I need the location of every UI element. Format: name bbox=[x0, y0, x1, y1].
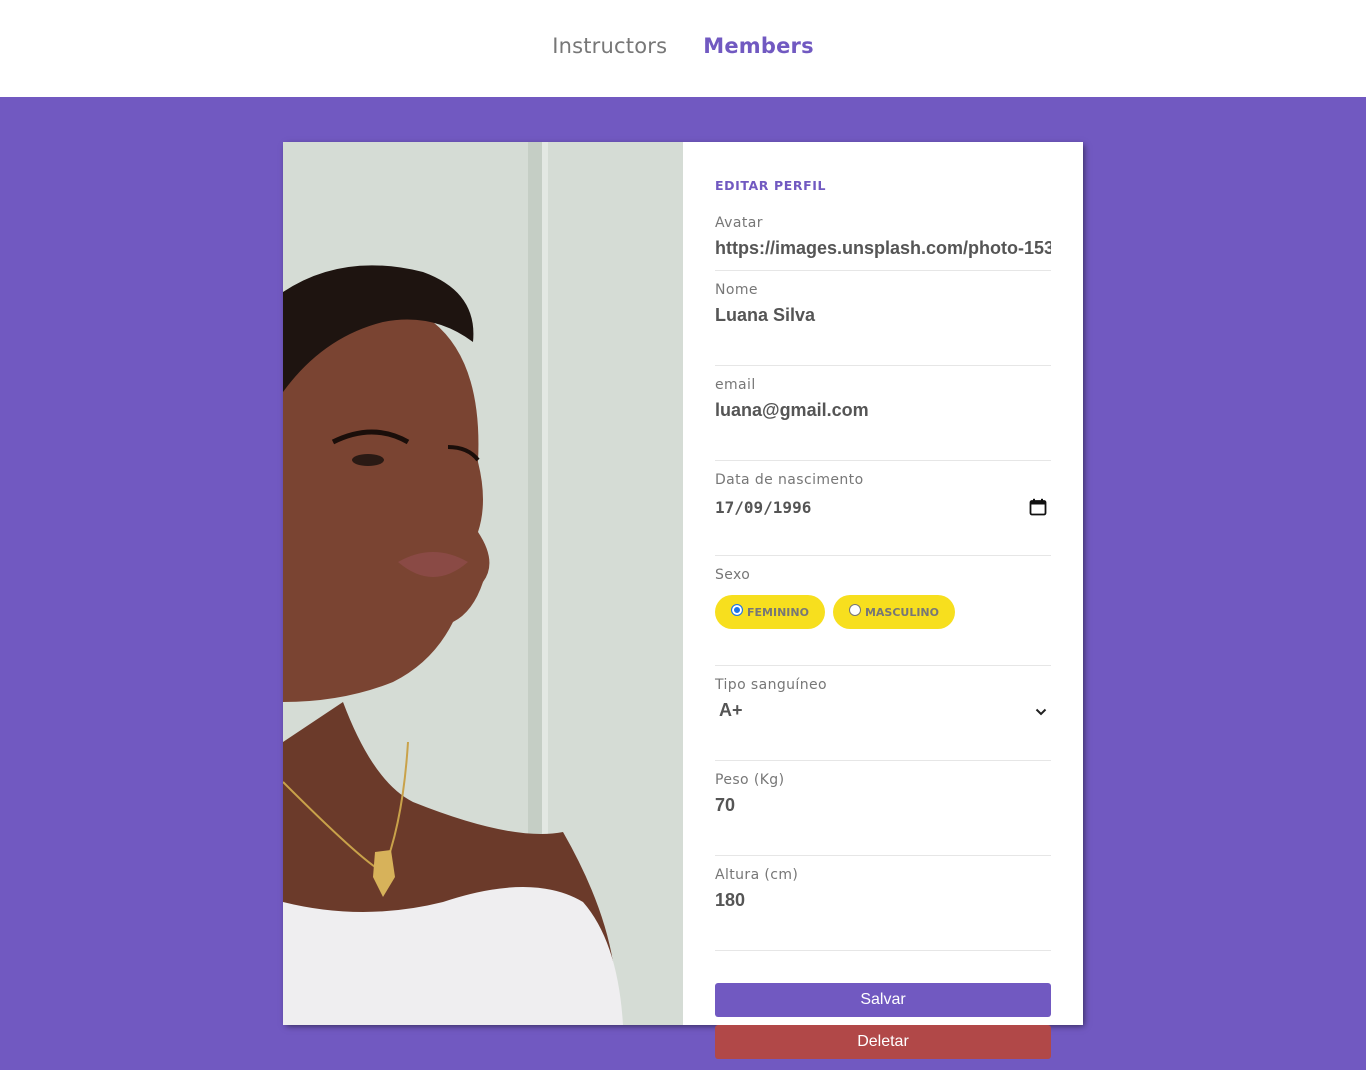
nav-instructors-link[interactable]: Instructors bbox=[552, 34, 667, 58]
gender-female-option[interactable]: FEMININO bbox=[715, 595, 825, 629]
blood-type-label: Tipo sanguíneo bbox=[715, 677, 827, 693]
radio-checked-icon[interactable] bbox=[731, 604, 743, 616]
weight-label: Peso (Kg) bbox=[715, 772, 785, 788]
birth-date-input[interactable]: 17/09/1996 bbox=[715, 495, 1051, 519]
email-field: email luana@gmail.com bbox=[715, 377, 1051, 461]
member-avatar-photo bbox=[283, 142, 683, 1025]
blood-type-field: Tipo sanguíneo A+ bbox=[715, 677, 1051, 761]
gender-female-label: FEMININO bbox=[747, 605, 809, 619]
birth-date-label: Data de nascimento bbox=[715, 472, 864, 488]
nav-members-link[interactable]: Members bbox=[703, 34, 814, 58]
blood-type-select[interactable]: A+ bbox=[715, 695, 1051, 724]
delete-button[interactable]: Deletar bbox=[715, 1025, 1051, 1059]
radio-unchecked-icon[interactable] bbox=[848, 604, 861, 616]
height-input[interactable]: 180 bbox=[715, 890, 1051, 914]
edit-profile-form: EDITAR PERFIL Avatar https://images.unsp… bbox=[683, 142, 1083, 1059]
name-input[interactable]: Luana Silva bbox=[715, 305, 1051, 329]
gender-field: Sexo FEMININO MASCULINO bbox=[715, 567, 1051, 666]
form-title: EDITAR PERFIL bbox=[715, 178, 827, 193]
name-label: Nome bbox=[715, 282, 758, 298]
top-nav: Instructors Members bbox=[0, 0, 1366, 97]
name-field: Nome Luana Silva bbox=[715, 282, 1051, 366]
blood-type-value: A+ bbox=[719, 700, 743, 720]
height-field: Altura (cm) 180 bbox=[715, 867, 1051, 951]
birth-date-value: 17/09/1996 bbox=[715, 497, 812, 517]
email-input[interactable]: luana@gmail.com bbox=[715, 400, 1051, 424]
avatar-label: Avatar bbox=[715, 215, 763, 231]
member-card: EDITAR PERFIL Avatar https://images.unsp… bbox=[283, 142, 1083, 1059]
avatar-field: Avatar https://images.unsplash.com/photo… bbox=[715, 215, 1051, 271]
weight-input[interactable]: 70 bbox=[715, 795, 1051, 819]
weight-field: Peso (Kg) 70 bbox=[715, 772, 1051, 856]
gender-male-label: MASCULINO bbox=[864, 605, 939, 619]
save-button[interactable]: Salvar bbox=[715, 983, 1051, 1017]
gender-male-option[interactable]: MASCULINO bbox=[832, 595, 955, 629]
height-label: Altura (cm) bbox=[715, 867, 799, 883]
calendar-icon[interactable] bbox=[1029, 498, 1047, 516]
email-label: email bbox=[715, 377, 756, 393]
gender-label: Sexo bbox=[715, 567, 751, 583]
gender-radio-group: FEMININO MASCULINO bbox=[715, 595, 1051, 629]
birth-date-field: Data de nascimento 17/09/1996 bbox=[715, 472, 1051, 556]
avatar-url-input[interactable]: https://images.unsplash.com/photo-153112… bbox=[715, 238, 1051, 262]
chevron-down-icon bbox=[1035, 708, 1047, 715]
